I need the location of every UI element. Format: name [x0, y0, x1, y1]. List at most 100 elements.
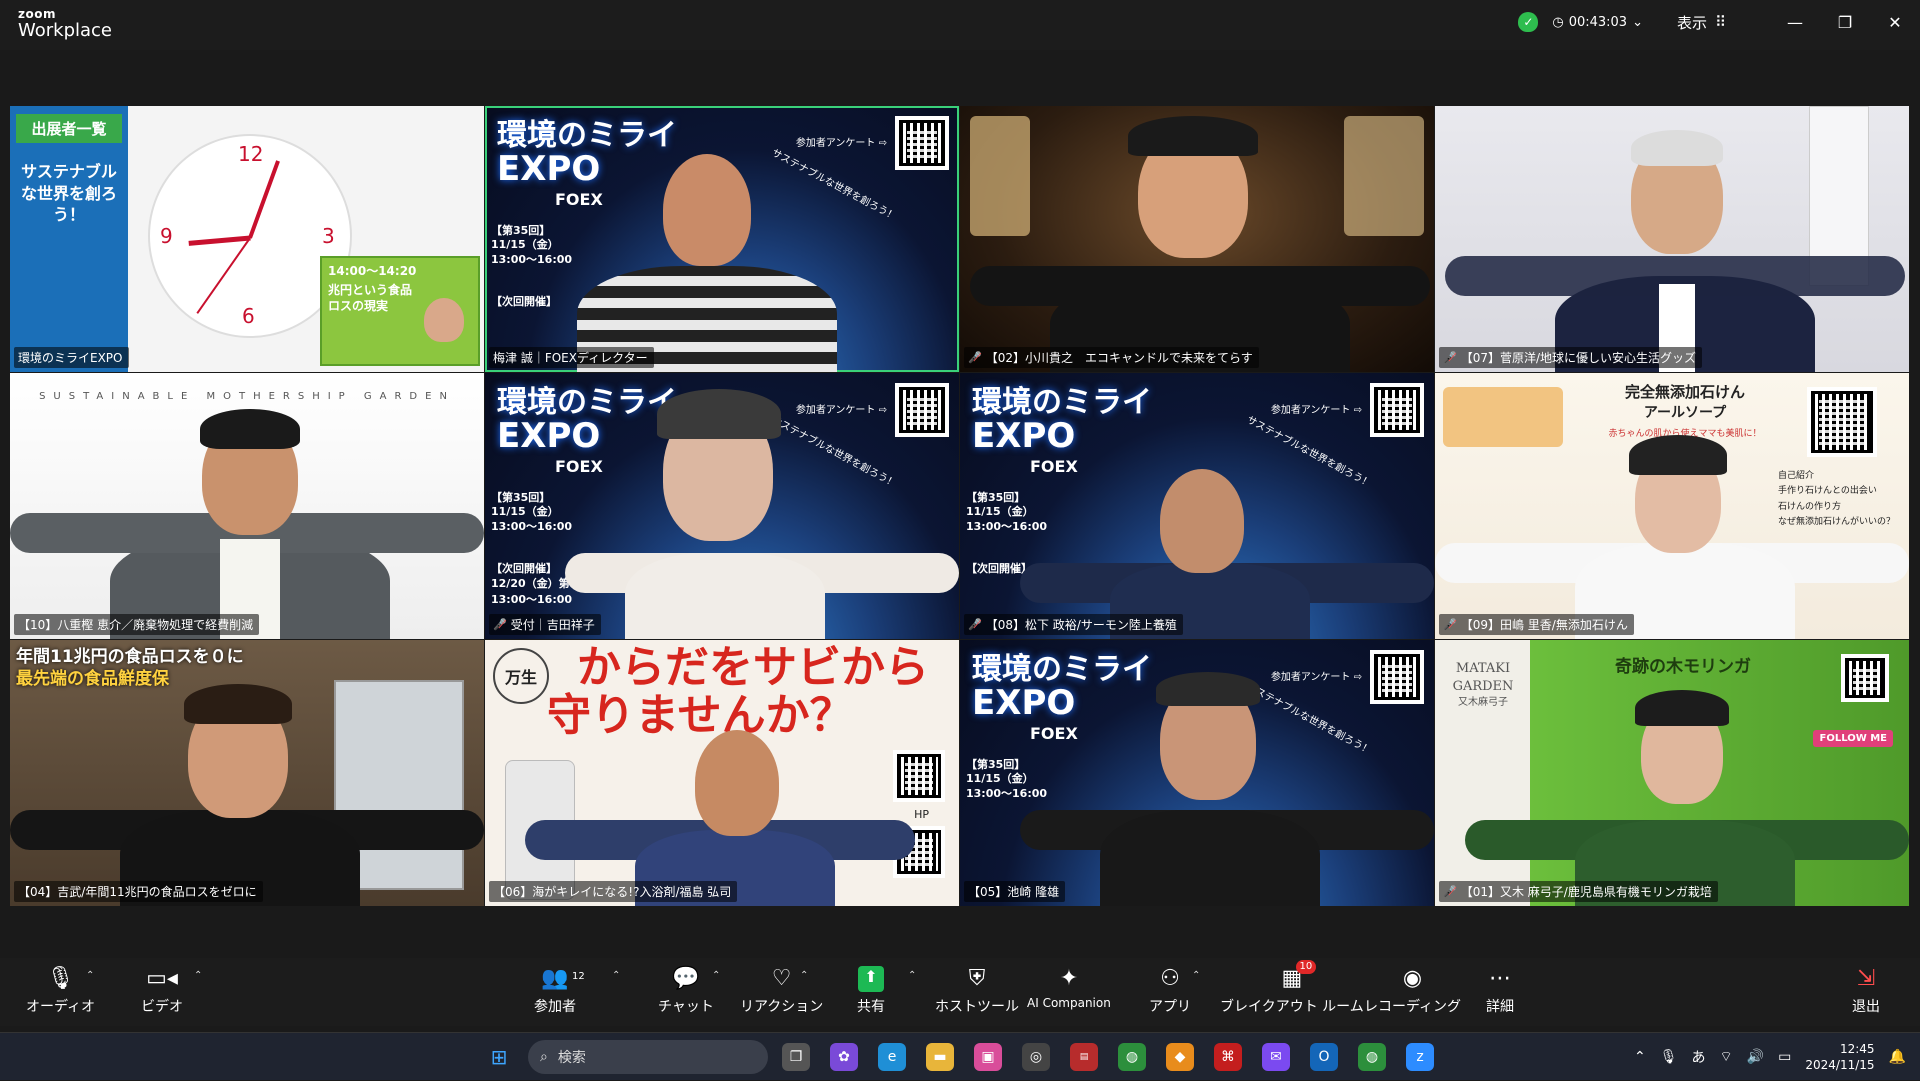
participants-button[interactable]: 👥 12 参加者 — [534, 966, 585, 1016]
recording-button[interactable]: ◉ レコーディング — [1364, 966, 1461, 1016]
outlook-icon[interactable]: O — [1310, 1043, 1338, 1071]
video-tile[interactable]: 完全無添加石けん アールソープ 赤ちゃんの肌から使えママも美肌に！ 自己紹介 手… — [1435, 373, 1909, 639]
wifi-icon[interactable]: ⌔ — [1720, 1048, 1733, 1066]
chrome-profile-icon[interactable]: ◍ — [1358, 1043, 1386, 1071]
reactions-button[interactable]: ♡ リアクション — [740, 966, 823, 1016]
recording-label: レコーディング — [1364, 999, 1462, 1015]
view-button[interactable]: 表示 ⠿ — [1677, 12, 1726, 33]
participant-name: 🎤̸ 【08】松下 政裕/サーモン陸上養殖 — [964, 614, 1183, 635]
exhibitor-sidebar: 出展者一覧 サステナブルな世界を創ろう！ — [10, 106, 128, 372]
session-time: 13:00〜16:00 — [491, 252, 573, 266]
chat-button[interactable]: 💬 チャット — [658, 966, 714, 1016]
share-options-caret[interactable]: ⌃ — [908, 970, 916, 981]
audio-options-caret[interactable]: ⌃ — [86, 970, 94, 981]
video-tile[interactable]: 🎤̸ 【02】小川貴之 エコキャンドルで未来をてらす — [960, 106, 1434, 372]
photos-icon[interactable]: ▣ — [974, 1043, 1002, 1071]
leave-label: 退出 — [1852, 999, 1880, 1015]
video-tile-active-speaker[interactable]: 環境のミライ EXPO FOEX 【第35回】 11/15（金） 13:00〜16:0… — [485, 106, 959, 372]
video-tile[interactable]: 環境のミライ EXPO FOEX 【第35回】 11/15（金） 13:00〜16:0… — [485, 373, 959, 639]
muted-mic-icon: 🎤̸ — [1443, 351, 1457, 364]
video-tile[interactable]: SUSTAINABLE MOTHERSHIP GARDEN 【10】八重樫 恵介… — [10, 373, 484, 639]
title-bar: zoom Workplace ✓ ◷ 00:43:03 ⌄ 表示 ⠿ — ❐ ✕ — [0, 0, 1920, 50]
expo-title: 環境のミライ EXPO — [497, 387, 677, 454]
acrobat-icon[interactable]: ⌘ — [1214, 1043, 1242, 1071]
follow-me-badge: FOLLOW ME — [1813, 730, 1893, 747]
soap-topic: 手作り石けんとの出会い — [1777, 486, 1877, 497]
messenger-icon[interactable]: ✉ — [1262, 1043, 1290, 1071]
video-button[interactable]: ▭◂ ビデオ — [141, 966, 183, 1016]
participant-name-text: 環境のミライEXPO — [18, 351, 123, 365]
apps-button[interactable]: ⚇ アプリ — [1149, 966, 1191, 1016]
volume-icon[interactable]: 🔊 — [1747, 1049, 1764, 1065]
video-tile[interactable]: 出展者一覧 サステナブルな世界を創ろう！ 12 3 6 9 14:00〜14:2… — [10, 106, 484, 372]
reactions-label: リアクション — [740, 999, 824, 1015]
foodloss-line1: 年間11兆円の食品ロスを０に — [16, 647, 244, 667]
survey-label: 参加者アンケート ⇨ — [795, 138, 887, 149]
video-tile[interactable]: 🎤̸ 【07】菅原洋/地球に優しい安心生活グッズ — [1435, 106, 1909, 372]
mataki-garden-logo: MATAKI GARDEN 又木麻弓子 — [1443, 660, 1523, 710]
chevron-up-icon[interactable]: ⌃ — [1634, 1049, 1646, 1065]
leave-button[interactable]: ⇲ 退出 — [1852, 966, 1880, 1016]
notification-bell-icon[interactable]: 🔔 — [1889, 1049, 1906, 1065]
task-view-icon[interactable]: ❐ — [782, 1043, 810, 1071]
participant-name-text: 【02】小川貴之 エコキャンドルで未来をてらす — [985, 351, 1253, 365]
person-face — [663, 154, 751, 266]
brand-bottom: Workplace — [18, 20, 113, 41]
clock-icon: ◷ — [1552, 14, 1564, 30]
encryption-shield-icon[interactable]: ✓ — [1518, 12, 1539, 32]
host-tools-label: ホストツール — [935, 999, 1019, 1015]
restore-button[interactable]: ❐ — [1820, 13, 1870, 32]
video-tile[interactable]: 年間11兆円の食品ロスを０に 最先端の食品鮮度保 【04】吉武/年間11兆円の食… — [10, 640, 484, 906]
app-icon[interactable]: ◎ — [1022, 1043, 1050, 1071]
participant-name-text: 【01】又木 麻弓子/鹿児島県有機モリンガ栽培 — [1460, 885, 1712, 899]
participant-name-text: 【07】菅原洋/地球に優しい安心生活グッズ — [1460, 351, 1697, 365]
app-icon[interactable]: ▤ — [1070, 1043, 1098, 1071]
video-tile[interactable]: 環境のミライ EXPO FOEX 【第35回】 11/15（金） 13:00〜16:0… — [960, 640, 1434, 906]
video-tile[interactable]: 万生 からだをサビから 守りませんか？ HP 【06】海がキレイになる!?入浴剤… — [485, 640, 959, 906]
mataki-line3: 又木麻弓子 — [1458, 697, 1508, 709]
audio-button[interactable]: 🎙 オーディオ — [26, 966, 95, 1016]
foex-logo: FOEX — [555, 190, 603, 209]
mothership-text: SUSTAINABLE MOTHERSHIP GARDEN — [39, 391, 455, 402]
reactions-options-caret[interactable]: ⌃ — [800, 970, 808, 981]
video-options-caret[interactable]: ⌃ — [194, 970, 202, 981]
app-icon[interactable]: ◆ — [1166, 1043, 1194, 1071]
ai-companion-button[interactable]: ✦ AI Companion — [1027, 966, 1111, 1010]
muted-mic-icon: 🎤̸ — [968, 351, 982, 364]
survey-label: 参加者アンケート ⇨ — [795, 405, 887, 416]
video-tile[interactable]: 環境のミライ EXPO FOEX 【第35回】 11/15（金） 13:00〜16:0… — [960, 373, 1434, 639]
apps-options-caret[interactable]: ⌃ — [1192, 970, 1200, 981]
video-tile[interactable]: MATAKI GARDEN 又木麻弓子 奇跡の木モリンガ FOLLOW ME 🎤… — [1435, 640, 1909, 906]
host-tools-button[interactable]: ⛨ ホストツール — [935, 966, 1019, 1016]
loss-text: 兆円という食品ロスの現実 — [328, 283, 413, 313]
meeting-timer[interactable]: ◷ 00:43:03 ⌄ — [1552, 15, 1643, 30]
participants-count: 12 — [571, 971, 585, 982]
edge-icon[interactable]: e — [878, 1043, 906, 1071]
minimize-button[interactable]: — — [1770, 13, 1820, 32]
participants-options-caret[interactable]: ⌃ — [612, 970, 620, 981]
share-button[interactable]: ⬆ 共有 — [857, 966, 885, 1016]
chat-options-caret[interactable]: ⌃ — [712, 970, 720, 981]
zoom-icon[interactable]: z — [1406, 1043, 1434, 1071]
session-info: 【第35回】 11/15（金） 13:00〜16:00 — [966, 491, 1047, 534]
microphone-tray-icon[interactable]: 🎙 — [1660, 1049, 1678, 1065]
apps-icon: ⚇ — [1160, 966, 1180, 991]
close-window-button[interactable]: ✕ — [1870, 13, 1920, 32]
copilot-icon[interactable]: ✿ — [830, 1043, 858, 1071]
participant-name: 🎤̸ 【09】田嶋 里香/無添加石けん — [1439, 614, 1634, 635]
slogan-text: サステナブルな世界を創ろう！ — [769, 147, 899, 223]
more-button[interactable]: ⋯ 詳細 — [1486, 966, 1514, 1016]
record-icon: ◉ — [1402, 966, 1423, 991]
soap-topics-list: 自己紹介 手作り石けんとの出会い 石けんの作り方 なぜ無添加石けんがいいの？ — [1778, 469, 1895, 530]
battery-icon[interactable]: ▭ — [1778, 1049, 1791, 1065]
breakout-rooms-button[interactable]: ▦ 10 ブレイクアウト ルーム — [1220, 960, 1364, 1016]
file-explorer-icon[interactable]: ▬ — [926, 1043, 954, 1071]
ime-indicator[interactable]: あ — [1692, 1047, 1706, 1067]
share-label: 共有 — [857, 999, 885, 1015]
windows-start-icon[interactable]: ⊞ — [485, 1043, 513, 1071]
chrome-icon[interactable]: ◍ — [1118, 1043, 1146, 1071]
taskbar-search[interactable]: ⌕ 検索 — [528, 1040, 768, 1074]
taskbar-clock[interactable]: 12:45 2024/11/15 — [1805, 1041, 1874, 1073]
session-time: 13:00〜16:00 — [966, 786, 1048, 800]
chevron-down-icon: ⌄ — [1632, 14, 1643, 30]
